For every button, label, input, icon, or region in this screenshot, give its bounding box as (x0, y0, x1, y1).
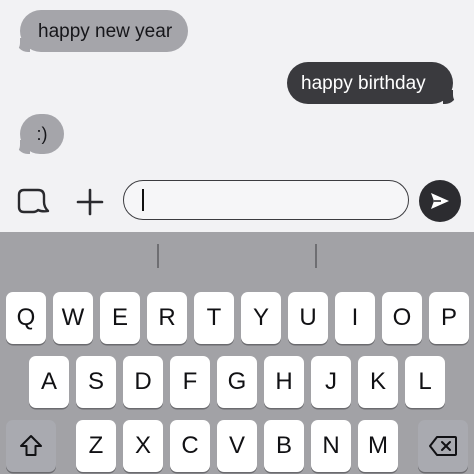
key-d[interactable]: D (123, 356, 163, 408)
message-text: :) (36, 124, 48, 144)
send-icon (431, 193, 449, 209)
keyboard: Q W E R T Y U I O P A S D F G H J K L Z … (0, 232, 474, 474)
send-button[interactable] (419, 180, 461, 222)
key-w[interactable]: W (53, 292, 93, 344)
shift-key[interactable] (6, 420, 56, 472)
key-g[interactable]: G (217, 356, 257, 408)
suggestion-bar (0, 232, 474, 278)
key-x[interactable]: X (123, 420, 163, 472)
key-a[interactable]: A (29, 356, 69, 408)
key-m[interactable]: M (358, 420, 398, 472)
add-attachment-button[interactable] (74, 186, 106, 218)
shift-icon (20, 435, 42, 456)
key-h[interactable]: H (264, 356, 304, 408)
key-s[interactable]: S (76, 356, 116, 408)
key-u[interactable]: U (288, 292, 328, 344)
key-r[interactable]: R (147, 292, 187, 344)
key-z[interactable]: Z (76, 420, 116, 472)
key-o[interactable]: O (382, 292, 422, 344)
key-e[interactable]: E (100, 292, 140, 344)
key-j[interactable]: J (311, 356, 351, 408)
sticker-icon (17, 188, 50, 214)
sticker-button[interactable] (16, 187, 52, 217)
suggestion-divider (157, 244, 159, 268)
message-input[interactable] (123, 180, 409, 220)
suggestion-divider (315, 244, 317, 268)
key-v[interactable]: V (217, 420, 257, 472)
message-text: happy birthday (301, 72, 426, 94)
key-f[interactable]: F (170, 356, 210, 408)
key-b[interactable]: B (264, 420, 304, 472)
key-p[interactable]: P (429, 292, 469, 344)
key-y[interactable]: Y (241, 292, 281, 344)
key-i[interactable]: I (335, 292, 375, 344)
messaging-screen: happy new year happy birthday :) Q W E R… (0, 0, 474, 474)
key-c[interactable]: C (170, 420, 210, 472)
sent-message-bubble[interactable]: happy birthday (287, 62, 463, 105)
key-t[interactable]: T (194, 292, 234, 344)
backspace-icon (429, 436, 457, 456)
plus-icon (76, 188, 104, 216)
key-l[interactable]: L (405, 356, 445, 408)
received-message-bubble[interactable]: happy new year (10, 10, 188, 53)
key-n[interactable]: N (311, 420, 351, 472)
message-text: happy new year (38, 20, 173, 42)
key-q[interactable]: Q (6, 292, 46, 344)
composer-bar (0, 170, 474, 232)
key-k[interactable]: K (358, 356, 398, 408)
received-message-bubble[interactable]: :) (10, 114, 64, 155)
text-caret (142, 189, 144, 211)
backspace-key[interactable] (418, 420, 468, 472)
